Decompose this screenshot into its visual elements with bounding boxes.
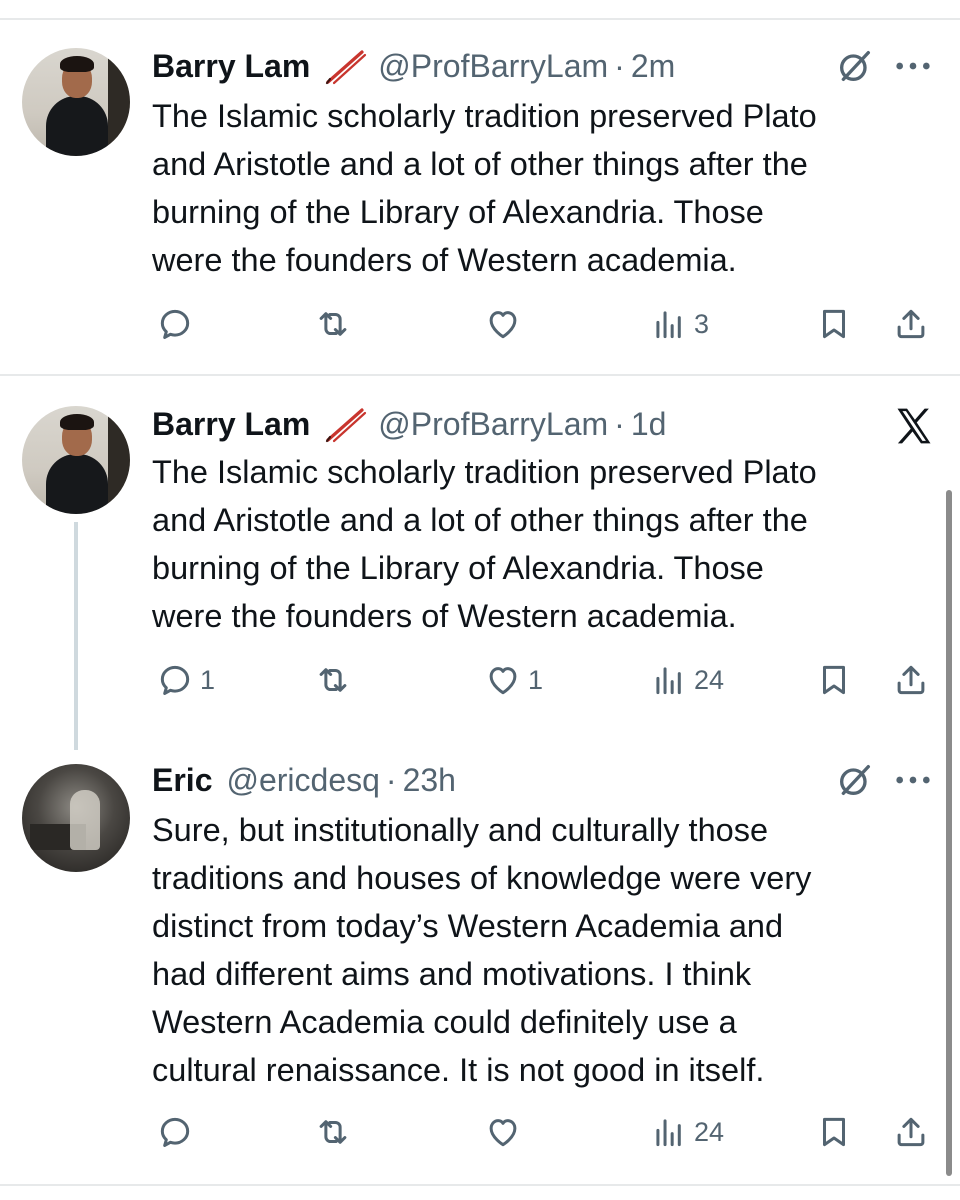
like-button[interactable]: 1 — [484, 658, 543, 702]
views-icon — [650, 305, 688, 343]
tweet-card[interactable]: Barry Lam @ProfBarryLam · 1d The Islamic… — [0, 376, 960, 736]
like-icon — [484, 1113, 522, 1151]
timestamp[interactable]: 23h — [403, 762, 456, 799]
tweet-card[interactable]: Barry Lam @ProfBarryLam · 2m The Islamic… — [0, 0, 960, 376]
tweet-text-line: burning of the Library of Alexandria. Th… — [152, 194, 764, 230]
tweet-text-line: The Islamic scholarly tradition preserve… — [152, 98, 817, 134]
tweet-text-line: distinct from today’s Western Academia a… — [152, 908, 784, 944]
retweet-button[interactable] — [314, 1110, 358, 1154]
views-count: 24 — [694, 664, 725, 695]
views-icon — [650, 661, 688, 699]
like-button[interactable] — [484, 1110, 528, 1154]
bottom-divider — [0, 1184, 960, 1186]
share-button[interactable] — [892, 1110, 930, 1154]
reply-button[interactable] — [156, 302, 200, 346]
reply-icon — [156, 661, 194, 699]
reply-icon — [156, 1113, 194, 1151]
tweet-header: Barry Lam @ProfBarryLam · 2m — [152, 46, 675, 86]
avatar[interactable] — [22, 764, 130, 872]
timestamp[interactable]: 1d — [631, 406, 667, 443]
bookmark-icon — [815, 305, 853, 343]
bookmark-icon — [815, 1113, 853, 1151]
retweet-icon — [314, 1113, 352, 1151]
tweet-text: The Islamic scholarly tradition preserve… — [152, 448, 942, 640]
views-count: 3 — [694, 308, 710, 339]
retweet-icon — [314, 305, 352, 343]
tweet-card[interactable]: Eric @ericdesq · 23h Sure, but instituti… — [0, 740, 960, 1180]
more-icon[interactable] — [893, 56, 933, 76]
share-icon — [892, 1113, 930, 1151]
pencil-icon — [322, 404, 368, 444]
like-count: 1 — [528, 664, 544, 695]
x-logo-icon — [897, 408, 931, 444]
views-button[interactable]: 24 — [650, 658, 724, 702]
retweet-button[interactable] — [314, 658, 358, 702]
share-button[interactable] — [892, 302, 930, 346]
avatar[interactable] — [22, 48, 130, 156]
tweet-text-line: and Aristotle and a lot of other things … — [152, 502, 808, 538]
separator-dot: · — [385, 761, 397, 798]
display-name[interactable]: Barry Lam — [152, 48, 310, 85]
separator-dot: · — [614, 405, 625, 442]
reply-count: 1 — [200, 664, 216, 695]
scrollbar[interactable] — [946, 490, 952, 1176]
views-icon — [650, 1113, 688, 1151]
thread-connector-line — [74, 522, 78, 750]
display-name[interactable]: Eric — [152, 762, 212, 799]
display-name[interactable]: Barry Lam — [152, 406, 310, 443]
reply-button[interactable]: 1 — [156, 658, 215, 702]
bookmark-button[interactable] — [815, 658, 853, 702]
bookmark-icon — [815, 661, 853, 699]
grok-icon[interactable] — [835, 760, 875, 800]
tweet-text-line: traditions and houses of knowledge were … — [152, 860, 812, 896]
tweet-text-line: cultural renaissance. It is not good in … — [152, 1052, 765, 1088]
grok-icon[interactable] — [835, 46, 875, 86]
like-icon — [484, 661, 522, 699]
reply-icon — [156, 305, 194, 343]
tweet-text-line: had different aims and motivations. I th… — [152, 956, 752, 992]
avatar[interactable] — [22, 406, 130, 514]
like-icon — [484, 305, 522, 343]
tweet-text-line: were the founders of Western academia. — [152, 598, 737, 634]
views-button[interactable]: 3 — [650, 302, 709, 346]
views-button[interactable]: 24 — [650, 1110, 724, 1154]
pencil-icon — [322, 46, 368, 86]
separator-dot: · — [614, 47, 625, 84]
tweet-text-line: The Islamic scholarly tradition preserve… — [152, 454, 817, 490]
user-handle[interactable]: @ProfBarryLam — [378, 406, 608, 443]
user-handle[interactable]: @ericdesq — [226, 762, 379, 799]
tweet-text-line: burning of the Library of Alexandria. Th… — [152, 550, 764, 586]
user-handle[interactable]: @ProfBarryLam — [378, 48, 608, 85]
tweet-text: The Islamic scholarly tradition preserve… — [152, 92, 942, 284]
tweet-header: Eric @ericdesq · 23h — [152, 760, 456, 800]
tweet-text-line: Sure, but institutionally and culturally… — [152, 812, 769, 848]
bookmark-button[interactable] — [815, 1110, 853, 1154]
views-count: 24 — [694, 1116, 725, 1147]
tweet-text: Sure, but institutionally and culturally… — [152, 806, 942, 1094]
reply-button[interactable] — [156, 1110, 200, 1154]
share-icon — [892, 305, 930, 343]
tweet-text-line: were the founders of Western academia. — [152, 242, 737, 278]
share-icon — [892, 661, 930, 699]
more-icon[interactable] — [893, 770, 933, 790]
share-button[interactable] — [892, 658, 930, 702]
tweet-text-line: Western Academia could definitely use a — [152, 1004, 737, 1040]
bookmark-button[interactable] — [815, 302, 853, 346]
tweet-header: Barry Lam @ProfBarryLam · 1d — [152, 404, 666, 444]
retweet-icon — [314, 661, 352, 699]
timestamp[interactable]: 2m — [631, 48, 675, 85]
like-button[interactable] — [484, 302, 528, 346]
tweet-text-line: and Aristotle and a lot of other things … — [152, 146, 808, 182]
retweet-button[interactable] — [314, 302, 358, 346]
